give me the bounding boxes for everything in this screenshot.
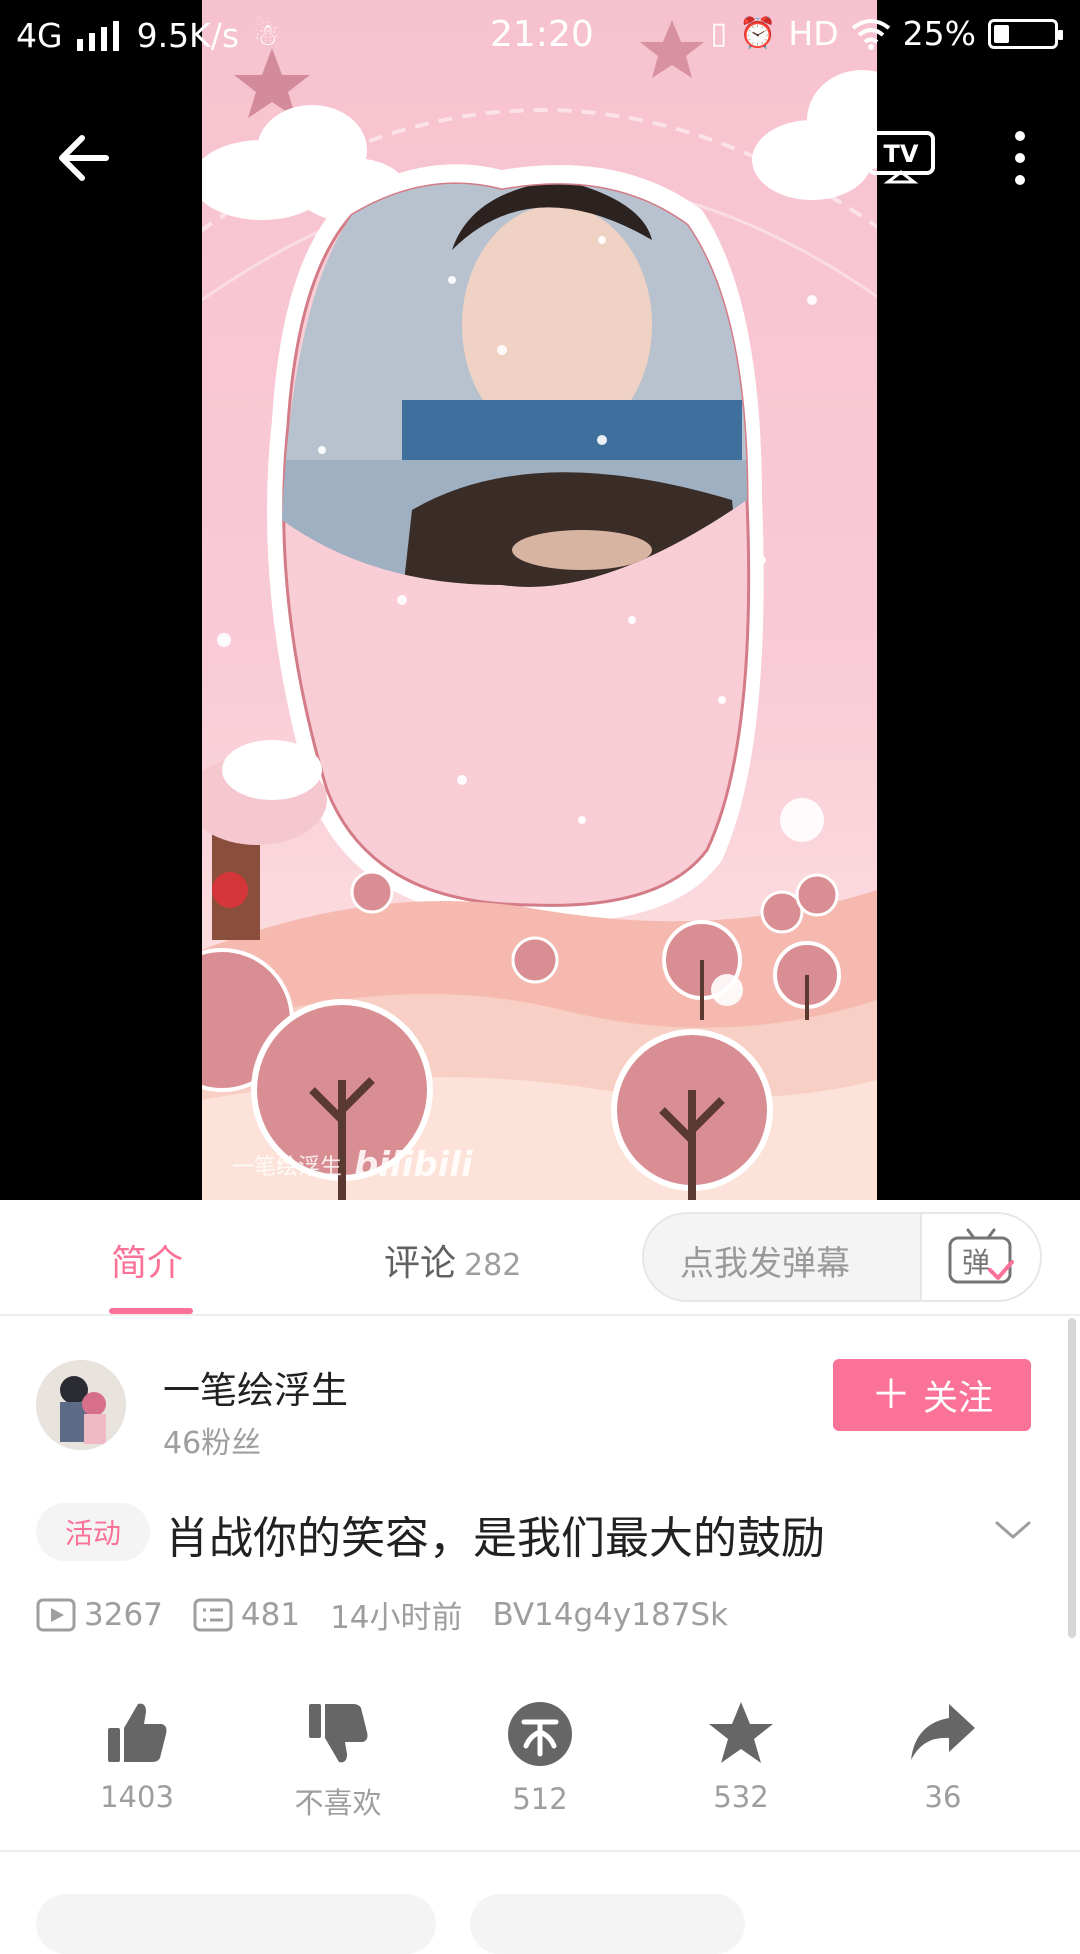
activity-tag[interactable]: 活动	[36, 1503, 150, 1561]
follow-button[interactable]: ＋ 关注	[833, 1359, 1031, 1431]
back-arrow-icon[interactable]	[54, 128, 114, 188]
video-title: 肖战你的笑容，是我们最大的鼓励	[165, 1513, 825, 1564]
publish-time: 14小时前	[330, 1600, 463, 1636]
more-menu-icon[interactable]	[1002, 128, 1038, 188]
dislike-button[interactable]: 不喜欢	[268, 1700, 408, 1822]
dislike-label: 不喜欢	[294, 1786, 382, 1820]
follow-label: 关注	[922, 1378, 993, 1419]
hd-label: HD	[788, 14, 839, 53]
svg-text:弹: 弹	[962, 1246, 990, 1279]
scrollbar[interactable]	[1068, 1318, 1076, 1638]
uploader-avatar[interactable]	[36, 1360, 126, 1450]
share-arrow-icon	[911, 1704, 975, 1760]
network-speed: 9.5K/s	[136, 16, 240, 55]
share-button[interactable]: 36	[873, 1700, 1013, 1814]
star-icon	[709, 1702, 773, 1763]
like-button[interactable]: 1403	[67, 1700, 207, 1814]
uploader-name[interactable]: 一笔绘浮生	[163, 1360, 348, 1414]
coin-icon	[508, 1702, 572, 1766]
bvid: BV14g4y187Sk	[492, 1596, 729, 1633]
danmaku-input[interactable]: 点我发弹幕 弹	[642, 1212, 1042, 1302]
avatar-image	[36, 1360, 126, 1450]
plus-icon: ＋	[870, 1372, 911, 1418]
danmaku-icon: 弹	[948, 1228, 1014, 1284]
svg-text:TV: TV	[884, 140, 919, 168]
like-count: 1403	[100, 1780, 174, 1814]
clock: 21:20	[490, 14, 594, 55]
thumbs-up-icon	[108, 1703, 167, 1762]
wifi-icon	[851, 18, 890, 50]
tab-comments-label: 评论	[384, 1243, 457, 1284]
video-thumbnail-art	[202, 20, 877, 1200]
chevron-down-icon[interactable]	[993, 1515, 1033, 1545]
network-type: 4G	[16, 16, 63, 55]
status-bar: 4G 9.5K/s ☃ 21:20 ▯ ⏰ HD 25%	[0, 0, 1080, 72]
view-count: 3267	[84, 1596, 163, 1633]
signal-icon	[76, 20, 119, 51]
danmaku-count-icon	[193, 1598, 233, 1631]
watermark-text: 一笔绘浮生	[232, 1155, 343, 1180]
coin-count: 512	[512, 1782, 568, 1816]
favorite-button[interactable]: 532	[671, 1700, 811, 1814]
related-chip[interactable]	[470, 1894, 745, 1954]
danmaku-placeholder: 点我发弹幕	[680, 1244, 850, 1284]
qq-icon: ☃	[253, 18, 280, 53]
bilibili-logo: bilibili	[354, 1145, 473, 1185]
comments-count: 282	[464, 1248, 522, 1283]
tab-intro-label: 简介	[111, 1243, 184, 1284]
fans-count: 46粉丝	[163, 1426, 262, 1461]
tab-active-indicator	[109, 1308, 193, 1314]
danmaku-toggle-button[interactable]: 弹	[920, 1214, 1040, 1300]
video-stats: 3267 481 14小时前 BV14g4y187Sk	[36, 1592, 758, 1637]
video-frame[interactable]: 一笔绘浮生 bilibili	[202, 0, 877, 1200]
thumbs-down-icon	[309, 1704, 368, 1763]
tv-cast-icon[interactable]: TV	[866, 130, 936, 184]
share-count: 36	[924, 1780, 962, 1814]
tab-comments[interactable]: 评论 282	[384, 1234, 521, 1286]
activity-tag-label: 活动	[64, 1517, 121, 1550]
battery-percent: 25%	[902, 14, 976, 53]
video-player[interactable]: 一笔绘浮生 bilibili 4G 9.5K/s ☃ 21:20 ▯ ⏰ HD	[0, 0, 1080, 1200]
related-chip[interactable]	[36, 1894, 436, 1954]
section-divider	[0, 1850, 1080, 1852]
coin-button[interactable]: 512	[470, 1700, 610, 1816]
danmaku-count: 481	[240, 1596, 301, 1633]
tab-intro[interactable]: 简介	[111, 1234, 183, 1286]
vibrate-icon: ▯	[710, 16, 728, 51]
battery-icon	[988, 18, 1063, 49]
alarm-icon: ⏰	[739, 16, 777, 51]
play-count-icon	[36, 1598, 76, 1631]
favorite-count: 532	[713, 1780, 769, 1814]
video-watermark: 一笔绘浮生 bilibili	[232, 1145, 473, 1185]
